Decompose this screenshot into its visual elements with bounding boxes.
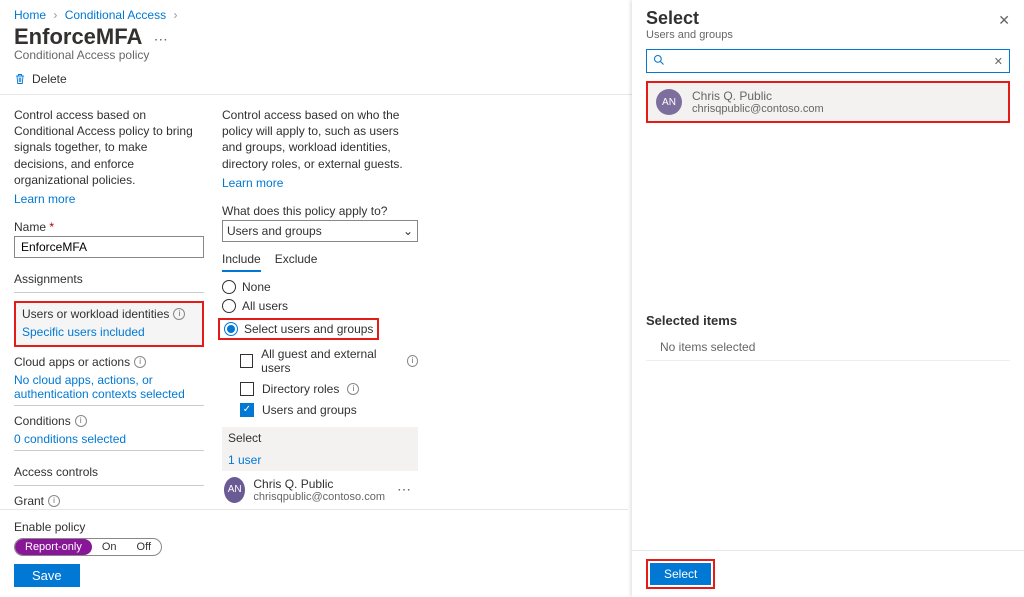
result-email: chrisqpublic@contoso.com xyxy=(692,103,824,115)
panel-subtitle: Users and groups xyxy=(646,29,1010,41)
select-button[interactable]: Select xyxy=(650,563,711,585)
conditions-link[interactable]: 0 conditions selected xyxy=(14,432,204,446)
apply-to-value: Users and groups xyxy=(227,224,322,238)
search-icon xyxy=(653,54,665,69)
apply-to-select[interactable]: Users and groups ⌄ xyxy=(222,220,418,242)
toggle-report-only[interactable]: Report-only xyxy=(15,539,92,555)
users-identities-card[interactable]: Users or workload identities i Specific … xyxy=(14,301,204,347)
clear-icon[interactable]: ✕ xyxy=(994,55,1003,68)
checkbox-users-groups[interactable]: ✓ Users and groups xyxy=(240,403,418,417)
cloud-apps-label: Cloud apps or actions xyxy=(14,355,130,369)
tab-exclude[interactable]: Exclude xyxy=(275,252,318,272)
info-icon[interactable]: i xyxy=(347,383,359,395)
learn-more-link[interactable]: Learn more xyxy=(222,176,418,190)
no-items-text: No items selected xyxy=(646,334,1010,361)
radio-all-users-label: All users xyxy=(242,299,288,313)
search-input[interactable] xyxy=(669,54,994,68)
select-panel: Select Users and groups ✕ ✕ AN Chris Q. … xyxy=(632,0,1024,597)
radio-select-users-label: Select users and groups xyxy=(244,322,373,336)
select-count-link[interactable]: 1 user xyxy=(222,449,418,471)
more-icon[interactable]: ⋯ xyxy=(154,31,168,48)
search-input-wrap[interactable]: ✕ xyxy=(646,49,1010,73)
left-description: Control access based on Conditional Acce… xyxy=(14,107,204,188)
panel-title: Select xyxy=(646,8,1010,29)
breadcrumb-conditional-access[interactable]: Conditional Access xyxy=(65,8,166,22)
user-name: Chris Q. Public xyxy=(253,477,385,491)
page-title: EnforceMFA xyxy=(14,24,142,50)
assignments-heading: Assignments xyxy=(14,272,204,286)
divider xyxy=(14,450,204,451)
radio-none[interactable]: None xyxy=(222,280,418,294)
divider xyxy=(14,292,204,293)
search-result-row[interactable]: AN Chris Q. Public chrisqpublic@contoso.… xyxy=(646,81,1010,123)
avatar: AN xyxy=(224,477,245,503)
close-icon[interactable]: ✕ xyxy=(998,12,1010,29)
delete-label: Delete xyxy=(32,72,67,86)
breadcrumb-home[interactable]: Home xyxy=(14,8,46,22)
trash-icon xyxy=(14,73,26,85)
result-name: Chris Q. Public xyxy=(692,89,824,103)
access-controls-heading: Access controls xyxy=(14,465,204,479)
info-icon[interactable]: i xyxy=(407,355,418,367)
radio-select-users[interactable]: Select users and groups xyxy=(218,318,379,340)
checkbox-guest-label: All guest and external users xyxy=(261,347,399,375)
info-icon[interactable]: i xyxy=(75,415,87,427)
checkbox-usersgroups-label: Users and groups xyxy=(262,403,357,417)
selected-user-row: AN Chris Q. Public chrisqpublic@contoso.… xyxy=(222,471,418,509)
enable-policy-toggle[interactable]: Report-only On Off xyxy=(14,538,162,556)
divider xyxy=(14,405,204,406)
radio-none-label: None xyxy=(242,280,271,294)
checkbox-guest-users[interactable]: All guest and external users i xyxy=(240,347,418,375)
users-identities-label: Users or workload identities xyxy=(22,307,169,321)
save-button[interactable]: Save xyxy=(14,564,80,587)
tab-include[interactable]: Include xyxy=(222,252,261,272)
checkbox-directory-roles[interactable]: Directory roles i xyxy=(240,382,418,396)
mid-description: Control access based on who the policy w… xyxy=(222,107,418,172)
divider xyxy=(14,485,204,486)
radio-all-users[interactable]: All users xyxy=(222,299,418,313)
info-icon[interactable]: i xyxy=(134,356,146,368)
apply-to-label: What does this policy apply to? xyxy=(222,204,418,218)
info-icon[interactable]: i xyxy=(173,308,185,320)
conditions-label: Conditions xyxy=(14,414,71,428)
toggle-off[interactable]: Off xyxy=(127,539,161,555)
learn-more-link[interactable]: Learn more xyxy=(14,192,204,206)
name-label: Name * xyxy=(14,220,204,234)
select-header: Select xyxy=(222,427,418,449)
delete-button[interactable]: Delete xyxy=(14,72,67,86)
selected-items-heading: Selected items xyxy=(646,313,1010,328)
enable-policy-label: Enable policy xyxy=(14,520,614,534)
name-input[interactable] xyxy=(14,236,204,258)
info-icon[interactable]: i xyxy=(48,495,60,507)
grant-label: Grant xyxy=(14,494,44,508)
users-identities-value: Specific users included xyxy=(22,325,196,339)
checkbox-roles-label: Directory roles xyxy=(262,382,339,396)
chevron-right-icon: › xyxy=(53,8,57,22)
avatar: AN xyxy=(656,89,682,115)
chevron-right-icon: › xyxy=(173,8,177,22)
more-icon[interactable]: ⋯ xyxy=(393,477,416,502)
user-email: chrisqpublic@contoso.com xyxy=(253,491,385,503)
cloud-apps-link[interactable]: No cloud apps, actions, or authenticatio… xyxy=(14,373,204,401)
chevron-down-icon: ⌄ xyxy=(403,224,413,238)
toggle-on[interactable]: On xyxy=(92,539,127,555)
